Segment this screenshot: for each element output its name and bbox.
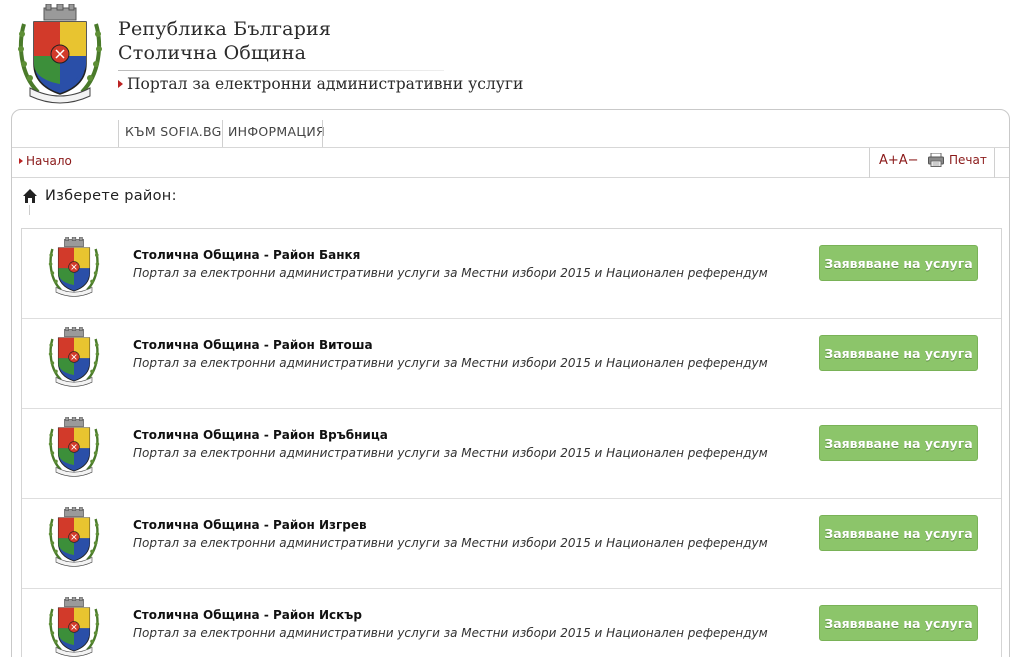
menu-divider: [222, 120, 223, 147]
district-title[interactable]: Столична Община - Район Витоша: [133, 338, 373, 352]
sofia-coat-of-arms-icon[interactable]: [16, 4, 104, 104]
menu-divider: [118, 120, 119, 147]
request-service-button[interactable]: Заявяване на услуга: [819, 515, 978, 551]
portal-title: Портал за електронни административни усл…: [127, 75, 524, 93]
sofia-coat-of-arms-icon: [46, 327, 102, 387]
list-item: Столична Община - Район Банкя Портал за …: [22, 229, 1001, 319]
print-button[interactable]: Печат: [928, 153, 987, 167]
sofia-coat-of-arms-icon: [46, 507, 102, 567]
list-item: Столична Община - Район Искър Портал за …: [22, 589, 1001, 657]
menu-divider: [322, 120, 323, 147]
header-portal-line: Портал за електронни административни усл…: [118, 75, 523, 93]
heading-tick: [29, 205, 30, 215]
district-subtitle: Портал за електронни административни усл…: [133, 266, 768, 280]
district-title[interactable]: Столична Община - Район Връбница: [133, 428, 388, 442]
district-subtitle: Портал за електронни административни усл…: [133, 446, 768, 460]
request-service-button[interactable]: Заявяване на услуга: [819, 605, 978, 641]
district-subtitle: Портал за електронни административни усл…: [133, 536, 768, 550]
choose-district-heading: Изберете район:: [22, 188, 177, 204]
triangle-right-icon: [19, 158, 23, 164]
home-icon[interactable]: [22, 188, 38, 204]
request-service-button[interactable]: Заявяване на услуга: [819, 245, 978, 281]
font-size-control[interactable]: A+A−: [879, 153, 919, 168]
header-title-municipality: Столична Община: [118, 42, 307, 64]
triangle-right-icon: [118, 80, 123, 88]
header-title-country: Република България: [118, 18, 332, 40]
content-frame: КЪМ SOFIA.BG ИНФОРМАЦИЯ Начало A+A− Печа…: [11, 109, 1010, 657]
menu-item-sofia-bg[interactable]: КЪМ SOFIA.BG: [125, 124, 222, 139]
menu-item-information[interactable]: ИНФОРМАЦИЯ: [228, 124, 325, 139]
print-label: Печат: [949, 153, 987, 167]
breadcrumb-label: Начало: [26, 154, 72, 168]
district-title[interactable]: Столична Община - Район Изгрев: [133, 518, 367, 532]
district-title[interactable]: Столична Община - Район Банкя: [133, 248, 360, 262]
sofia-coat-of-arms-icon: [46, 237, 102, 297]
top-menu: КЪМ SOFIA.BG ИНФОРМАЦИЯ: [12, 110, 1009, 148]
district-title[interactable]: Столична Община - Район Искър: [133, 608, 362, 622]
request-service-button[interactable]: Заявяване на услуга: [819, 425, 978, 461]
breadcrumb-home[interactable]: Начало: [19, 154, 72, 168]
toolbar-divider: [994, 148, 995, 178]
sofia-coat-of-arms-icon: [46, 417, 102, 477]
toolbar: Начало A+A− Печат: [12, 148, 1009, 178]
choose-district-label: Изберете район:: [45, 188, 177, 204]
site-header: Република България Столична Община Порта…: [0, 0, 1024, 110]
header-divider: [118, 70, 444, 71]
toolbar-divider: [869, 148, 870, 178]
district-subtitle: Портал за електронни административни усл…: [133, 356, 768, 370]
request-service-button[interactable]: Заявяване на услуга: [819, 335, 978, 371]
list-item: Столична Община - Район Връбница Портал …: [22, 409, 1001, 499]
district-list: Столична Община - Район Банкя Портал за …: [21, 228, 1002, 657]
printer-icon: [928, 153, 944, 167]
sofia-coat-of-arms-icon: [46, 597, 102, 657]
list-item: Столична Община - Район Изгрев Портал за…: [22, 499, 1001, 589]
district-subtitle: Портал за електронни административни усл…: [133, 626, 768, 640]
list-item: Столична Община - Район Витоша Портал за…: [22, 319, 1001, 409]
